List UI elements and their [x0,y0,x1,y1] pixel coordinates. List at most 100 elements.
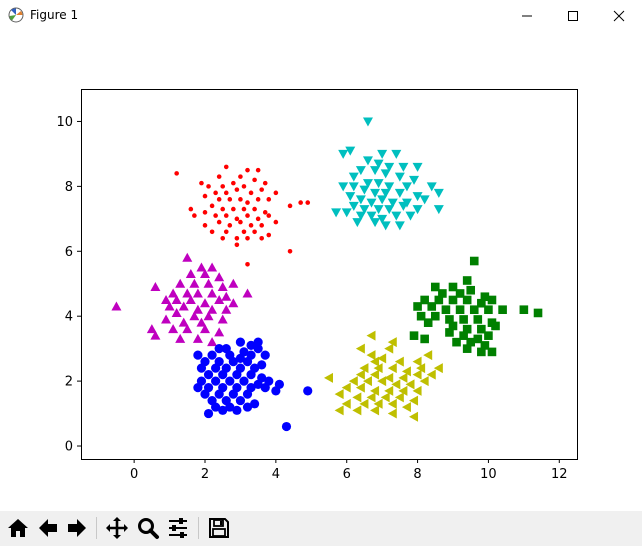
data-point [262,210,268,215]
y-tick-label: 4 [65,310,73,325]
data-point [366,330,376,341]
data-point [362,156,373,166]
data-point [259,235,264,241]
data-point [231,206,236,212]
matplotlib-icon [8,7,24,23]
data-point [241,184,247,189]
configure-subplots-button[interactable] [165,515,191,541]
data-point [405,211,416,221]
data-point [255,216,261,222]
data-point [266,232,272,238]
save-button[interactable] [206,515,232,541]
data-point [231,180,236,186]
data-point [262,180,268,186]
data-point [111,301,122,311]
data-point [477,347,486,357]
back-button[interactable] [35,515,61,541]
data-point [455,305,465,315]
data-point [246,370,256,380]
figure-canvas[interactable]: 0 2 4 6 8 10 12 0 2 4 6 8 10 [0,31,642,511]
data-point [533,308,543,318]
data-point [161,314,172,324]
data-point [253,344,263,354]
data-point [331,208,342,218]
data-point [266,213,272,218]
home-button[interactable] [5,515,31,541]
data-point [185,269,196,278]
data-point [214,344,224,354]
data-point [200,298,210,308]
y-tick-label: 6 [65,245,73,260]
data-point [466,285,476,295]
data-point [228,278,239,288]
data-point [207,337,218,347]
data-point [202,223,208,228]
data-point [209,229,215,235]
data-point [380,221,391,231]
data-point [484,331,493,340]
zoom-button[interactable] [135,515,161,541]
data-point [241,206,247,212]
data-point [203,408,214,419]
data-point [462,276,472,285]
data-point [255,197,261,202]
data-point [238,174,243,179]
x-tick-label: 4 [272,467,280,482]
data-point [384,343,394,354]
data-point [202,210,208,215]
data-point [200,389,210,399]
data-point [498,305,507,315]
data-point [239,376,249,386]
maximize-button[interactable] [550,0,596,31]
data-point [394,221,405,231]
data-point [174,171,179,176]
forward-button[interactable] [64,515,90,541]
data-point [245,200,250,205]
y-tick-label: 10 [56,115,73,130]
x-tick-label: 10 [480,467,497,482]
data-point [445,328,454,337]
save-icon [209,518,229,538]
data-point [370,166,381,176]
data-point [273,219,279,225]
data-point [370,405,380,416]
close-icon [613,10,625,21]
close-button[interactable] [596,0,642,31]
data-point [217,314,228,324]
data-point [216,174,222,179]
data-point [409,411,419,422]
configure-subplots-icon [169,518,187,538]
data-point [199,180,204,186]
data-point [423,350,433,361]
data-point [334,389,344,400]
pan-button[interactable] [104,515,130,541]
data-point [234,187,240,192]
data-point [214,327,225,337]
data-point [380,169,391,179]
data-point [271,386,281,396]
data-point [223,190,229,196]
data-point [459,315,468,324]
data-point [227,223,233,228]
data-point [235,395,246,406]
data-point [420,334,429,344]
data-point [216,219,222,225]
data-point [203,278,214,288]
data-point [266,197,272,202]
data-point [207,350,217,360]
data-point [352,218,363,228]
data-point [207,288,218,298]
data-point [182,252,193,262]
data-point [245,167,250,173]
minimize-button[interactable] [504,0,550,31]
data-point [227,197,233,202]
data-point [252,206,257,212]
data-point [209,203,215,209]
data-point [338,182,349,192]
data-point [234,242,240,248]
data-point [196,363,207,373]
data-point [348,172,359,182]
data-point [345,192,356,202]
back-icon [39,519,57,537]
x-tick-label: 2 [201,467,209,482]
